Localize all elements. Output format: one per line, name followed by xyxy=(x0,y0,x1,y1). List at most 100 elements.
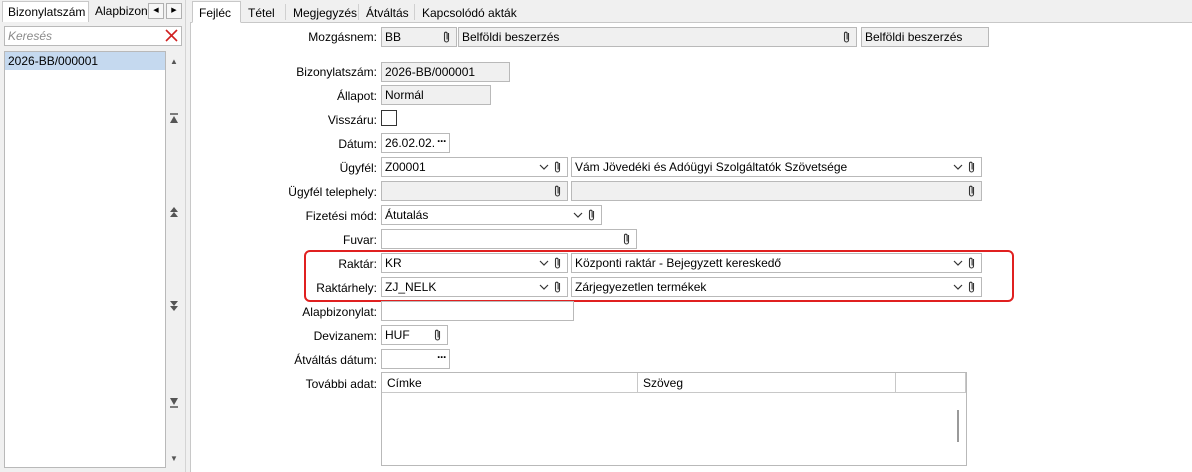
atvaltas-datum-field[interactable]: ··· xyxy=(381,349,450,369)
bizonylatszam-label: Bizonylatszám: xyxy=(296,65,377,79)
ugyfel-telephely-code-field[interactable] xyxy=(381,181,568,201)
fuvar-field[interactable] xyxy=(381,229,637,249)
tab-divider xyxy=(414,4,415,20)
mozgasnem-label: Mozgásnem: xyxy=(308,30,377,44)
alapbizonylat-label: Alapbizonylat: xyxy=(302,305,377,319)
paperclip-icon[interactable] xyxy=(552,280,564,294)
tab-alapbizonylat[interactable]: Alapbizon xyxy=(90,1,147,22)
tab-divider xyxy=(358,4,359,20)
raktarhely-name-value: Zárjegyezetlen termékek xyxy=(575,280,707,294)
paperclip-icon[interactable] xyxy=(841,30,853,44)
next-records-icon[interactable] xyxy=(169,300,179,312)
chevron-down-icon[interactable] xyxy=(538,160,550,174)
fuvar-label: Fuvar: xyxy=(342,233,377,247)
fizetesi-mod-value: Átutalás xyxy=(385,208,429,222)
right-panel: Fejléc Tétel Megjegyzés Átváltás Kapcsol… xyxy=(190,0,1192,472)
raktar-code-field[interactable]: KR xyxy=(381,253,568,273)
ugyfel-name-field[interactable]: Vám Jövedéki és Adóügyi Szolgáltatók Szö… xyxy=(571,157,982,177)
tab-fejlec[interactable]: Fejléc xyxy=(192,1,241,23)
bizonylatszam-field: 2026-BB/000001 xyxy=(381,62,510,82)
raktarhely-code-value: ZJ_NELK xyxy=(385,280,437,294)
tab-kapcsolodo-aktak[interactable]: Kapcsolódó akták xyxy=(415,1,519,23)
chevron-down-icon[interactable] xyxy=(952,256,964,270)
paperclip-icon[interactable] xyxy=(966,184,978,198)
allapot-field: Normál xyxy=(381,85,491,105)
paperclip-icon[interactable] xyxy=(966,160,978,174)
search-input[interactable] xyxy=(5,27,155,45)
date-picker-icon[interactable]: ··· xyxy=(437,350,447,364)
search-box xyxy=(4,26,182,46)
tab-atvaltas[interactable]: Átváltás xyxy=(359,1,415,23)
clear-search-icon[interactable] xyxy=(164,28,179,43)
tab-megjegyzes[interactable]: Megjegyzés xyxy=(286,1,359,23)
datum-field[interactable]: 26.02.02. ··· xyxy=(381,133,450,153)
atvaltas-datum-label: Átváltás dátum: xyxy=(294,353,377,367)
tab-bizonylatszam[interactable]: Bizonylatszám xyxy=(2,1,89,22)
column-header-szoveg[interactable]: Szöveg xyxy=(638,373,896,393)
paperclip-icon[interactable] xyxy=(586,208,598,222)
document-list: 2026-BB/000001 xyxy=(4,51,166,468)
raktar-code-value: KR xyxy=(385,256,402,270)
datum-label: Dátum: xyxy=(338,137,377,151)
column-header-cimke[interactable]: Címke xyxy=(382,373,638,393)
ugyfel-telephely-label: Ügyfél telephely: xyxy=(288,185,377,199)
raktar-name-field[interactable]: Központi raktár - Bejegyzett kereskedő xyxy=(571,253,982,273)
tovabbi-adat-label: További adat: xyxy=(305,377,377,391)
scrollbar-thumb[interactable] xyxy=(957,410,959,442)
last-record-icon[interactable] xyxy=(169,396,179,408)
scroll-up-button[interactable]: ▲ xyxy=(170,57,178,67)
fizetesi-mod-field[interactable]: Átutalás xyxy=(381,205,602,225)
ugyfel-code-field[interactable]: Z00001 xyxy=(381,157,568,177)
grid-header: Címke Szöveg xyxy=(382,373,966,393)
first-record-icon[interactable] xyxy=(169,113,179,125)
previous-records-icon[interactable] xyxy=(169,207,179,219)
mozgasnem-code-value: BB xyxy=(385,30,402,44)
mozgasnem-name-value: Belföldi beszerzés xyxy=(462,30,560,44)
raktarhely-name-field[interactable]: Zárjegyezetlen termékek xyxy=(571,277,982,297)
chevron-down-icon[interactable] xyxy=(952,280,964,294)
tab-tetel[interactable]: Tétel xyxy=(241,1,286,23)
triangle-up-icon: ▲ xyxy=(170,57,178,66)
mozgasnem-code-field[interactable]: BB xyxy=(381,27,457,47)
raktar-label: Raktár: xyxy=(338,257,377,271)
column-header-empty xyxy=(896,373,966,393)
mozgasnem-extra-field: Belföldi beszerzés xyxy=(861,27,989,47)
paperclip-icon[interactable] xyxy=(441,30,453,44)
triangle-left-icon: ◀ xyxy=(153,7,159,14)
devizanem-value: HUF xyxy=(385,328,410,342)
paperclip-icon[interactable] xyxy=(552,256,564,270)
paperclip-icon[interactable] xyxy=(966,280,978,294)
scroll-down-button[interactable]: ▼ xyxy=(170,454,178,464)
additional-data-grid[interactable]: Címke Szöveg xyxy=(381,372,967,466)
devizanem-field[interactable]: HUF xyxy=(381,325,448,345)
chevron-down-icon[interactable] xyxy=(572,208,584,222)
datum-value: 26.02.02. xyxy=(385,136,436,150)
raktarhely-label: Raktárhely: xyxy=(316,281,377,295)
ugyfel-telephely-name-field[interactable] xyxy=(571,181,982,201)
date-picker-icon[interactable]: ··· xyxy=(437,134,447,148)
visszaru-checkbox[interactable] xyxy=(381,110,397,126)
chevron-down-icon[interactable] xyxy=(952,160,964,174)
fizetesi-mod-label: Fizetési mód: xyxy=(305,209,377,223)
paperclip-icon[interactable] xyxy=(552,160,564,174)
devizanem-label: Devizanem: xyxy=(313,329,377,343)
paperclip-icon[interactable] xyxy=(621,232,633,246)
list-navigation-bar: ▲ ▼ xyxy=(166,51,182,468)
grid-scrollbar[interactable] xyxy=(950,394,966,465)
tab-divider xyxy=(285,4,286,20)
paperclip-icon[interactable] xyxy=(552,184,564,198)
ugyfel-code-value: Z00001 xyxy=(385,160,426,174)
header-form: Mozgásnem: BB Belföldi beszerzés Belföld… xyxy=(190,22,1192,472)
chevron-down-icon[interactable] xyxy=(538,256,550,270)
raktarhely-code-field[interactable]: ZJ_NELK xyxy=(381,277,568,297)
mozgasnem-name-field[interactable]: Belföldi beszerzés xyxy=(458,27,857,47)
alapbizonylat-field[interactable] xyxy=(381,301,574,321)
triangle-down-icon: ▼ xyxy=(170,454,178,463)
tab-scroll-right-button[interactable]: ▶ xyxy=(166,3,182,19)
paperclip-icon[interactable] xyxy=(966,256,978,270)
list-item[interactable]: 2026-BB/000001 xyxy=(5,52,165,70)
raktar-name-value: Központi raktár - Bejegyzett kereskedő xyxy=(575,256,782,270)
chevron-down-icon[interactable] xyxy=(538,280,550,294)
paperclip-icon[interactable] xyxy=(432,328,444,342)
tab-scroll-left-button[interactable]: ◀ xyxy=(148,3,164,19)
